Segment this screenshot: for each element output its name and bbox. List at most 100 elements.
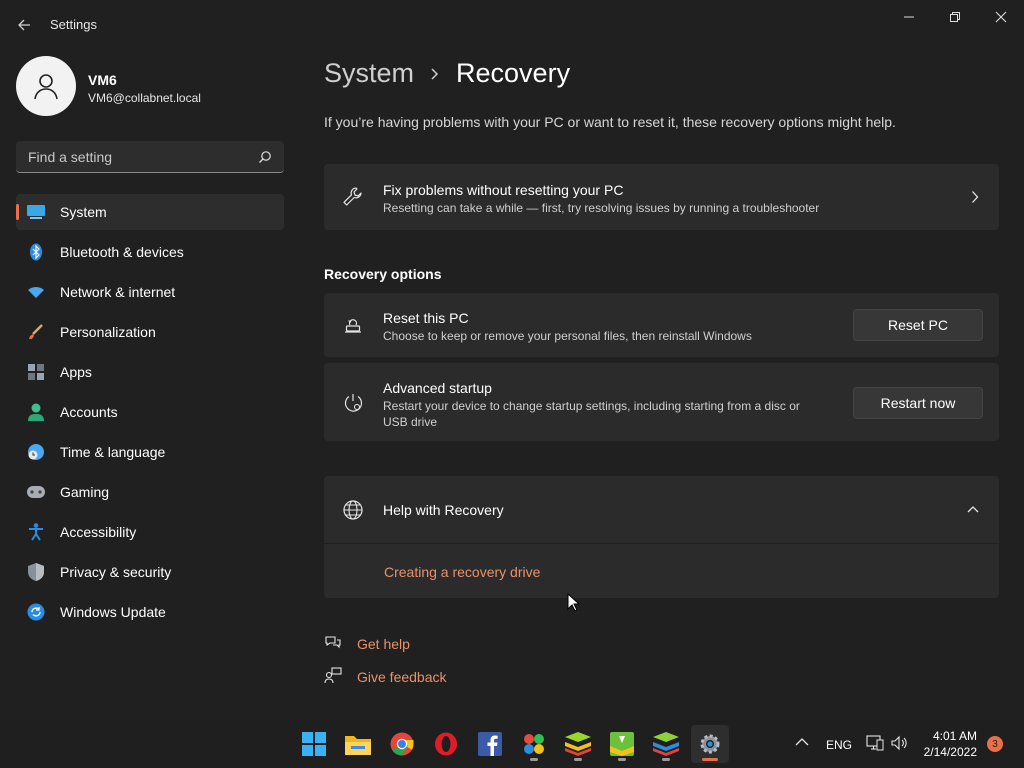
get-help-link[interactable]: Get help xyxy=(357,636,410,652)
creating-recovery-drive-link[interactable]: Creating a recovery drive xyxy=(384,564,540,580)
taskbar-settings[interactable] xyxy=(691,725,729,763)
running-indicator xyxy=(618,758,626,761)
bluestacks-icon xyxy=(653,732,679,756)
breadcrumb: System Recovery xyxy=(324,58,570,89)
sidebar-nav: System Bluetooth & devices Network & int… xyxy=(16,194,284,634)
clock-time[interactable]: 4:01 AM xyxy=(921,729,977,743)
start-icon xyxy=(302,732,326,756)
shield-icon xyxy=(26,562,46,582)
person-icon xyxy=(26,402,46,422)
fix-problems-title: Fix problems without resetting your PC xyxy=(383,182,624,198)
chevron-right-icon xyxy=(430,67,440,81)
taskbar-chrome[interactable] xyxy=(383,725,421,763)
chrome-icon xyxy=(390,732,414,756)
facebook-icon xyxy=(478,732,502,756)
taskbar-bluestacks-2[interactable] xyxy=(603,725,641,763)
app-title: Settings xyxy=(50,17,97,32)
clock-date[interactable]: 2/14/2022 xyxy=(917,745,977,759)
bluestacks-icon xyxy=(565,732,591,756)
sidebar-item-label: Gaming xyxy=(60,484,110,500)
chevron-up-icon[interactable] xyxy=(795,737,809,747)
wrench-icon xyxy=(342,186,364,208)
back-arrow-icon xyxy=(18,19,30,31)
sidebar-item-label: Accounts xyxy=(60,404,118,420)
running-indicator xyxy=(662,758,670,761)
sidebar-item-time-language[interactable]: Time & language xyxy=(16,434,284,470)
network-icon[interactable] xyxy=(866,735,884,751)
person-icon xyxy=(34,74,58,100)
restart-now-button[interactable]: Restart now xyxy=(853,387,983,419)
breadcrumb-parent[interactable]: System xyxy=(324,58,414,89)
update-icon xyxy=(26,602,46,622)
reset-pc-button[interactable]: Reset PC xyxy=(853,309,983,341)
advanced-startup-title: Advanced startup xyxy=(383,380,492,396)
sidebar-item-windows-update[interactable]: Windows Update xyxy=(16,594,284,630)
user-email: VM6@collabnet.local xyxy=(88,91,201,105)
taskbar-gallery-app[interactable] xyxy=(515,725,553,763)
get-help-icon xyxy=(324,634,342,652)
taskbar-facebook[interactable] xyxy=(471,725,509,763)
restore-icon xyxy=(950,12,960,22)
advanced-startup-description-line2: USB drive xyxy=(383,415,438,429)
fix-problems-card[interactable]: Fix problems without resetting your PC R… xyxy=(324,164,999,230)
sidebar-item-bluetooth[interactable]: Bluetooth & devices xyxy=(16,234,284,270)
advanced-startup-icon xyxy=(342,392,364,414)
close-icon xyxy=(995,11,1007,23)
monitor-icon xyxy=(26,202,46,222)
page-title: Recovery xyxy=(456,58,571,88)
reset-pc-icon xyxy=(342,314,364,336)
sidebar-item-privacy[interactable]: Privacy & security xyxy=(16,554,284,590)
volume-icon[interactable] xyxy=(891,735,909,751)
sidebar-item-label: Privacy & security xyxy=(60,564,172,580)
accessibility-icon xyxy=(26,522,46,542)
apps-icon xyxy=(26,362,46,382)
taskbar-bluestacks-3[interactable] xyxy=(647,725,685,763)
settings-icon xyxy=(700,734,720,754)
help-with-recovery-header[interactable]: Help with Recovery xyxy=(324,476,999,543)
opera-icon xyxy=(435,732,457,756)
back-button[interactable] xyxy=(14,14,36,36)
fix-problems-description: Resetting can take a while — first, try … xyxy=(383,201,820,215)
reset-pc-description: Choose to keep or remove your personal f… xyxy=(383,329,752,343)
taskbar-file-explorer[interactable] xyxy=(339,725,377,763)
running-indicator xyxy=(574,758,582,761)
file-explorer-icon xyxy=(345,736,371,755)
close-button[interactable] xyxy=(985,7,1017,27)
taskbar-bluestacks-1[interactable] xyxy=(559,725,597,763)
advanced-startup-description-line1: Restart your device to change startup se… xyxy=(383,399,800,413)
sidebar-item-personalization[interactable]: Personalization xyxy=(16,314,284,350)
brush-icon xyxy=(26,322,46,342)
start-button[interactable] xyxy=(295,725,333,763)
sidebar-item-label: Accessibility xyxy=(60,524,137,540)
sidebar-item-accounts[interactable]: Accounts xyxy=(16,394,284,430)
chevron-up-icon[interactable] xyxy=(967,505,979,513)
wifi-icon xyxy=(26,282,46,302)
bluestacks-icon xyxy=(610,732,634,756)
sidebar-item-gaming[interactable]: Gaming xyxy=(16,474,284,510)
avatar[interactable] xyxy=(16,56,76,116)
restore-button[interactable] xyxy=(939,7,971,27)
recovery-options-heading: Recovery options xyxy=(324,266,442,282)
search-input[interactable] xyxy=(28,148,258,165)
help-with-recovery-title: Help with Recovery xyxy=(383,502,504,518)
sidebar-item-label: Bluetooth & devices xyxy=(60,244,184,260)
mouse-cursor-icon xyxy=(567,593,579,612)
sidebar-item-label: Apps xyxy=(60,364,92,380)
sidebar-item-label: Network & internet xyxy=(60,284,176,300)
chevron-right-icon xyxy=(971,190,979,204)
sidebar-item-accessibility[interactable]: Accessibility xyxy=(16,514,284,550)
globe-icon xyxy=(342,499,364,521)
give-feedback-icon xyxy=(324,667,342,685)
give-feedback-link[interactable]: Give feedback xyxy=(357,669,447,685)
language-indicator[interactable]: ENG xyxy=(826,738,852,752)
search-box[interactable] xyxy=(16,141,284,173)
running-indicator xyxy=(702,758,718,761)
notification-badge[interactable]: 3 xyxy=(987,736,1003,752)
running-indicator xyxy=(530,758,538,761)
bluetooth-icon xyxy=(26,242,46,262)
sidebar-item-apps[interactable]: Apps xyxy=(16,354,284,390)
sidebar-item-system[interactable]: System xyxy=(16,194,284,230)
taskbar-opera[interactable] xyxy=(427,725,465,763)
sidebar-item-network[interactable]: Network & internet xyxy=(16,274,284,310)
minimize-button[interactable] xyxy=(893,7,925,27)
